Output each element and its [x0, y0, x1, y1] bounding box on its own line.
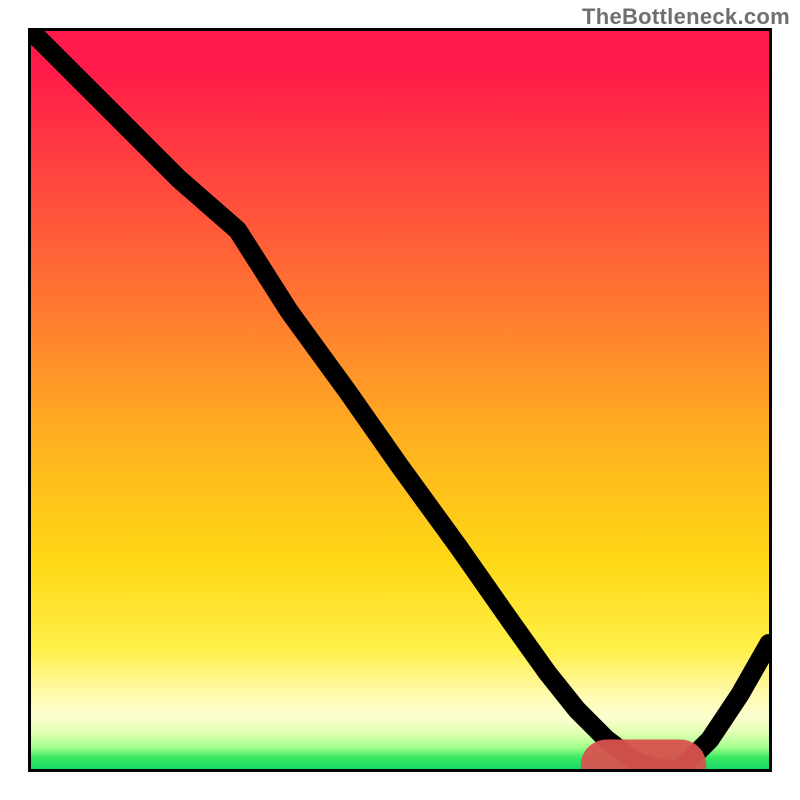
chart-stage: TheBottleneck.com — [0, 0, 800, 800]
bottleneck-curve — [31, 31, 769, 769]
plot-frame — [28, 28, 772, 772]
attribution-text: TheBottleneck.com — [582, 4, 790, 30]
plot-outer — [28, 28, 772, 772]
chart-overlay-svg — [31, 31, 769, 769]
